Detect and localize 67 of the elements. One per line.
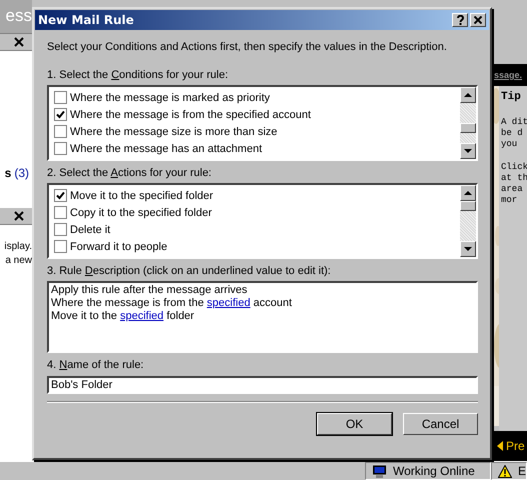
- checkbox[interactable]: [54, 142, 67, 155]
- scroll-thumb[interactable]: [460, 123, 476, 133]
- tip-text: you: [501, 139, 518, 150]
- close-icon[interactable]: [14, 37, 24, 47]
- down-arrow-icon: [463, 245, 473, 253]
- checkbox[interactable]: [54, 125, 67, 138]
- scroll-up-button[interactable]: [460, 87, 476, 103]
- scrollbar[interactable]: [460, 87, 476, 159]
- close-icon: [474, 16, 482, 24]
- actions-label: 2. Select the Actions for your rule:: [47, 167, 212, 180]
- list-item[interactable]: Where the message is from the specified account: [70, 108, 311, 120]
- list-item[interactable]: Forward it to people: [70, 240, 168, 252]
- error-status: E: [518, 464, 526, 478]
- scroll-thumb[interactable]: [460, 201, 476, 211]
- computer-icon: [372, 464, 387, 478]
- checkbox[interactable]: [54, 206, 67, 219]
- description-line: Move it to the specified folder: [51, 310, 196, 323]
- scroll-down-button[interactable]: [460, 143, 476, 159]
- window-title: New Mail Rule: [38, 13, 134, 27]
- checkbox[interactable]: [54, 108, 67, 121]
- list-item[interactable]: Where the message has an attachment: [70, 142, 262, 154]
- previous-link[interactable]: Pre: [497, 439, 525, 453]
- scrollbar[interactable]: [460, 185, 476, 257]
- checkbox[interactable]: [54, 223, 67, 236]
- tip-text: mor: [501, 195, 518, 206]
- list-item[interactable]: Move it to the specified folder: [70, 190, 214, 202]
- tip-text: be d: [501, 128, 524, 139]
- tip-text: area: [501, 184, 524, 195]
- ok-button[interactable]: OK: [317, 413, 392, 435]
- list-item[interactable]: Copy it to the specified folder: [70, 206, 212, 218]
- pane-text: isplay.: [4, 240, 32, 254]
- instruction-text: Select your Conditions and Actions first, then specify the values in the Description.: [47, 41, 448, 55]
- list-item[interactable]: Delete it: [70, 224, 110, 236]
- app-title: ess: [0, 0, 32, 34]
- description-line: Where the message is from the specified account: [51, 297, 293, 310]
- checkbox[interactable]: [54, 91, 67, 104]
- cancel-button[interactable]: Cancel: [403, 413, 478, 435]
- checkbox[interactable]: [54, 240, 67, 253]
- conditions-label: 1. Select the Conditions for your rule:: [47, 69, 230, 82]
- down-arrow-icon: [463, 147, 473, 155]
- tip-text: at th: [501, 173, 527, 184]
- connection-status: Working Online: [393, 464, 475, 478]
- value-link[interactable]: specified: [206, 297, 250, 309]
- help-button[interactable]: [452, 13, 468, 27]
- up-arrow-icon: [463, 91, 473, 99]
- list-item[interactable]: Where the message size is more than size: [70, 126, 278, 138]
- question-icon: [456, 15, 464, 25]
- unread-count: (3): [14, 166, 29, 180]
- close-button[interactable]: [470, 13, 486, 27]
- name-field[interactable]: Bob's Folder: [47, 376, 478, 394]
- header-text: ssage.: [494, 64, 527, 86]
- warning-icon: [498, 464, 512, 478]
- name-label: 4. Name of the rule:: [47, 359, 145, 372]
- tip-title: Tip: [501, 91, 522, 103]
- description-label: 3. Rule Description (click on an underlined value to edit it):: [47, 265, 332, 278]
- pane-text: a new: [5, 254, 32, 268]
- scroll-down-button[interactable]: [460, 241, 476, 257]
- scroll-up-button[interactable]: [460, 185, 476, 201]
- tip-text: A dit: [501, 117, 527, 128]
- close-icon[interactable]: [14, 211, 24, 221]
- folder-label[interactable]: s: [4, 166, 12, 180]
- description-line: Apply this rule after the message arrives: [51, 284, 248, 297]
- checkbox[interactable]: [54, 189, 67, 202]
- list-item[interactable]: Where the message is marked as priority: [70, 92, 270, 104]
- left-arrow-icon: [497, 441, 503, 451]
- value-link[interactable]: specified: [120, 310, 164, 322]
- up-arrow-icon: [463, 189, 473, 197]
